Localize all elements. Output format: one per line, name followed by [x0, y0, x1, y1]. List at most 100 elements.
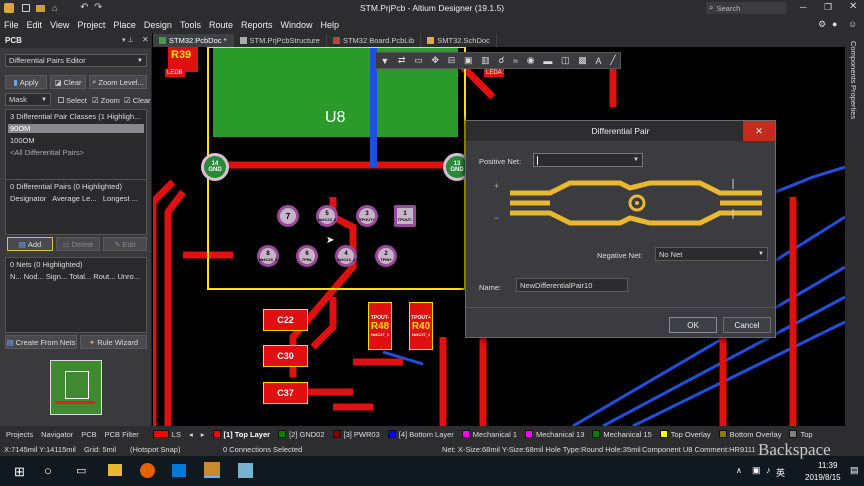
apply-button[interactable]: ▮ Apply — [5, 75, 47, 89]
settings-gear-icon[interactable]: ⚙ — [818, 19, 826, 30]
filter-icon[interactable]: ▼ — [380, 56, 389, 66]
properties-panel-tab[interactable]: Properties — [849, 85, 858, 119]
menu-reports[interactable]: Reports — [241, 20, 273, 30]
notification-center-icon[interactable]: ▤ — [850, 465, 859, 476]
menu-view[interactable]: View — [50, 20, 69, 30]
pad-3[interactable]: 3 TPOUT+ — [356, 205, 378, 227]
components-panel-tab[interactable]: Components — [849, 41, 858, 84]
pad-7[interactable]: 7 — [277, 205, 299, 227]
pad-4[interactable]: 4 NetC24_1 — [335, 245, 357, 267]
region-icon[interactable]: ◫ — [561, 55, 570, 66]
pad-5[interactable]: 5 NetC23_2 — [316, 205, 338, 227]
layer-top[interactable]: [1] Top Layer — [212, 430, 270, 439]
via-icon[interactable]: ◉ — [527, 55, 535, 66]
task-view-icon[interactable]: ▭ — [76, 464, 86, 477]
route-icon[interactable]: ⇄ — [398, 55, 406, 66]
search-box[interactable]: ⌕ Search — [706, 2, 786, 14]
app-icon[interactable] — [238, 463, 253, 478]
zoom-checkbox[interactable]: ☑ Zoom — [92, 96, 122, 105]
tab-pcb[interactable]: PCB — [81, 430, 96, 439]
layer-top-more[interactable]: Top — [789, 430, 813, 439]
layer-bottom-overlay[interactable]: Bottom Overlay — [718, 430, 781, 439]
layer-ls[interactable]: LS — [152, 430, 181, 439]
menu-tools[interactable]: Tools — [180, 20, 201, 30]
positive-net-dropdown[interactable]: ▼ — [533, 153, 643, 167]
cancel-button[interactable]: Cancel — [723, 317, 771, 333]
altium-icon[interactable] — [204, 462, 220, 478]
menu-window[interactable]: Window — [281, 20, 313, 30]
class-item-all[interactable]: <All Differential Pairs> — [10, 148, 142, 157]
fill-icon[interactable]: ▬ — [543, 56, 552, 66]
network-icon[interactable]: ▣ — [752, 465, 761, 476]
menu-place[interactable]: Place — [113, 20, 136, 30]
add-button[interactable]: ▤ Add — [7, 237, 53, 251]
col-designator[interactable]: Designator — [10, 194, 46, 203]
clear-existing-checkbox[interactable]: ☑ Clear — [124, 96, 152, 105]
pad-6[interactable]: 6 TPIN- — [296, 245, 318, 267]
layer-mechanical-1[interactable]: Mechanical 1 — [461, 430, 517, 439]
tab-schdoc[interactable]: SMT32.SchDoc — [421, 34, 497, 47]
resistor-r40[interactable]: TPOUT+ R40 NetC37_1 — [409, 302, 433, 350]
layer-mechanical-15[interactable]: Mechanical 15 — [592, 430, 652, 439]
layer-nav-next[interactable]: ▸ — [201, 430, 205, 439]
pad-1[interactable]: 1 TPOUT- — [394, 205, 416, 227]
ok-button[interactable]: OK — [669, 317, 717, 333]
edit-button[interactable]: ✎ Edit — [103, 237, 147, 251]
class-item-100om[interactable]: 100OM — [10, 136, 142, 145]
layer-bottom[interactable]: [4] Bottom Layer — [387, 430, 454, 439]
menu-project[interactable]: Project — [77, 20, 105, 30]
place-component-icon[interactable]: ▣ — [464, 55, 473, 66]
menu-edit[interactable]: Edit — [27, 20, 43, 30]
menu-file[interactable]: File — [4, 20, 19, 30]
layer-mechanical-13[interactable]: Mechanical 13 — [525, 430, 584, 439]
minimize-icon[interactable]: ─ — [800, 2, 806, 12]
clear-button[interactable]: ◪ Clear — [50, 75, 86, 89]
tab-projects[interactable]: Projects — [6, 430, 33, 439]
tab-pcb-filter[interactable]: PCB Filter — [105, 430, 139, 439]
name-input[interactable]: NewDifferentialPair10 — [516, 278, 628, 292]
negative-net-dropdown[interactable]: No Net ▼ — [655, 247, 768, 261]
volume-icon[interactable]: ♪ — [766, 465, 771, 475]
minimap-viewport[interactable] — [65, 371, 89, 399]
layer-top-overlay[interactable]: Top Overlay — [659, 430, 711, 439]
menu-design[interactable]: Design — [144, 20, 172, 30]
board-minimap[interactable] — [50, 360, 102, 415]
col-routed[interactable]: Rout... — [93, 272, 115, 281]
pad-14-gnd[interactable]: 14 GND — [201, 153, 229, 181]
pin-icon[interactable]: ▾ ⊥ — [122, 36, 134, 44]
layer-nav-prev[interactable]: ◂ — [189, 430, 193, 439]
interactive-route-icon[interactable]: ☌ — [498, 55, 504, 66]
align-icon[interactable]: ⊟ — [448, 55, 456, 66]
text-icon[interactable]: A — [595, 56, 601, 66]
col-nodes[interactable]: Nod... — [24, 272, 44, 281]
col-signal[interactable]: Sign... — [46, 272, 67, 281]
search-icon[interactable]: ○ — [44, 463, 52, 478]
col-total[interactable]: Total... — [69, 272, 91, 281]
diff-pair-route-icon[interactable]: ≈ — [513, 56, 518, 66]
capacitor-c30[interactable]: C30 — [263, 345, 308, 367]
tab-navigator[interactable]: Navigator — [41, 430, 73, 439]
file-explorer-icon[interactable] — [108, 464, 122, 476]
room-icon[interactable]: ▩ — [578, 55, 587, 66]
user-icon[interactable]: ☺ — [848, 19, 857, 29]
firefox-icon[interactable] — [140, 463, 155, 478]
windows-start-icon[interactable]: ⊞ — [14, 464, 25, 480]
menu-route[interactable]: Route — [209, 20, 233, 30]
mask-dropdown[interactable]: Mask ▼ — [5, 93, 51, 106]
col-longest[interactable]: Longest ... — [103, 194, 138, 203]
delete-button[interactable]: ▭ Delete — [56, 237, 100, 251]
tray-up-icon[interactable]: ∧ — [736, 466, 742, 475]
clock-date[interactable]: 2019/8/15 — [805, 473, 841, 482]
pad-8[interactable]: 8 NetC25_1 — [257, 245, 279, 267]
chart-icon[interactable]: ▥ — [481, 55, 490, 66]
select-checkbox[interactable]: Select — [58, 96, 90, 105]
tab-pcblib[interactable]: STM32 Board.PcbLib — [327, 34, 422, 47]
ime-indicator[interactable]: 英 — [776, 466, 785, 479]
dialog-close-button[interactable]: ✕ — [743, 121, 775, 141]
clock-time[interactable]: 11:39 — [818, 461, 837, 470]
panel-close-icon[interactable]: ✕ — [142, 35, 149, 44]
store-icon[interactable] — [172, 464, 186, 477]
move-icon[interactable]: ✥ — [431, 55, 439, 66]
resistor-r48[interactable]: TPOUT- R48 NetC37_1 — [368, 302, 392, 350]
mode-dropdown[interactable]: Differential Pairs Editor ▼ — [5, 54, 147, 67]
